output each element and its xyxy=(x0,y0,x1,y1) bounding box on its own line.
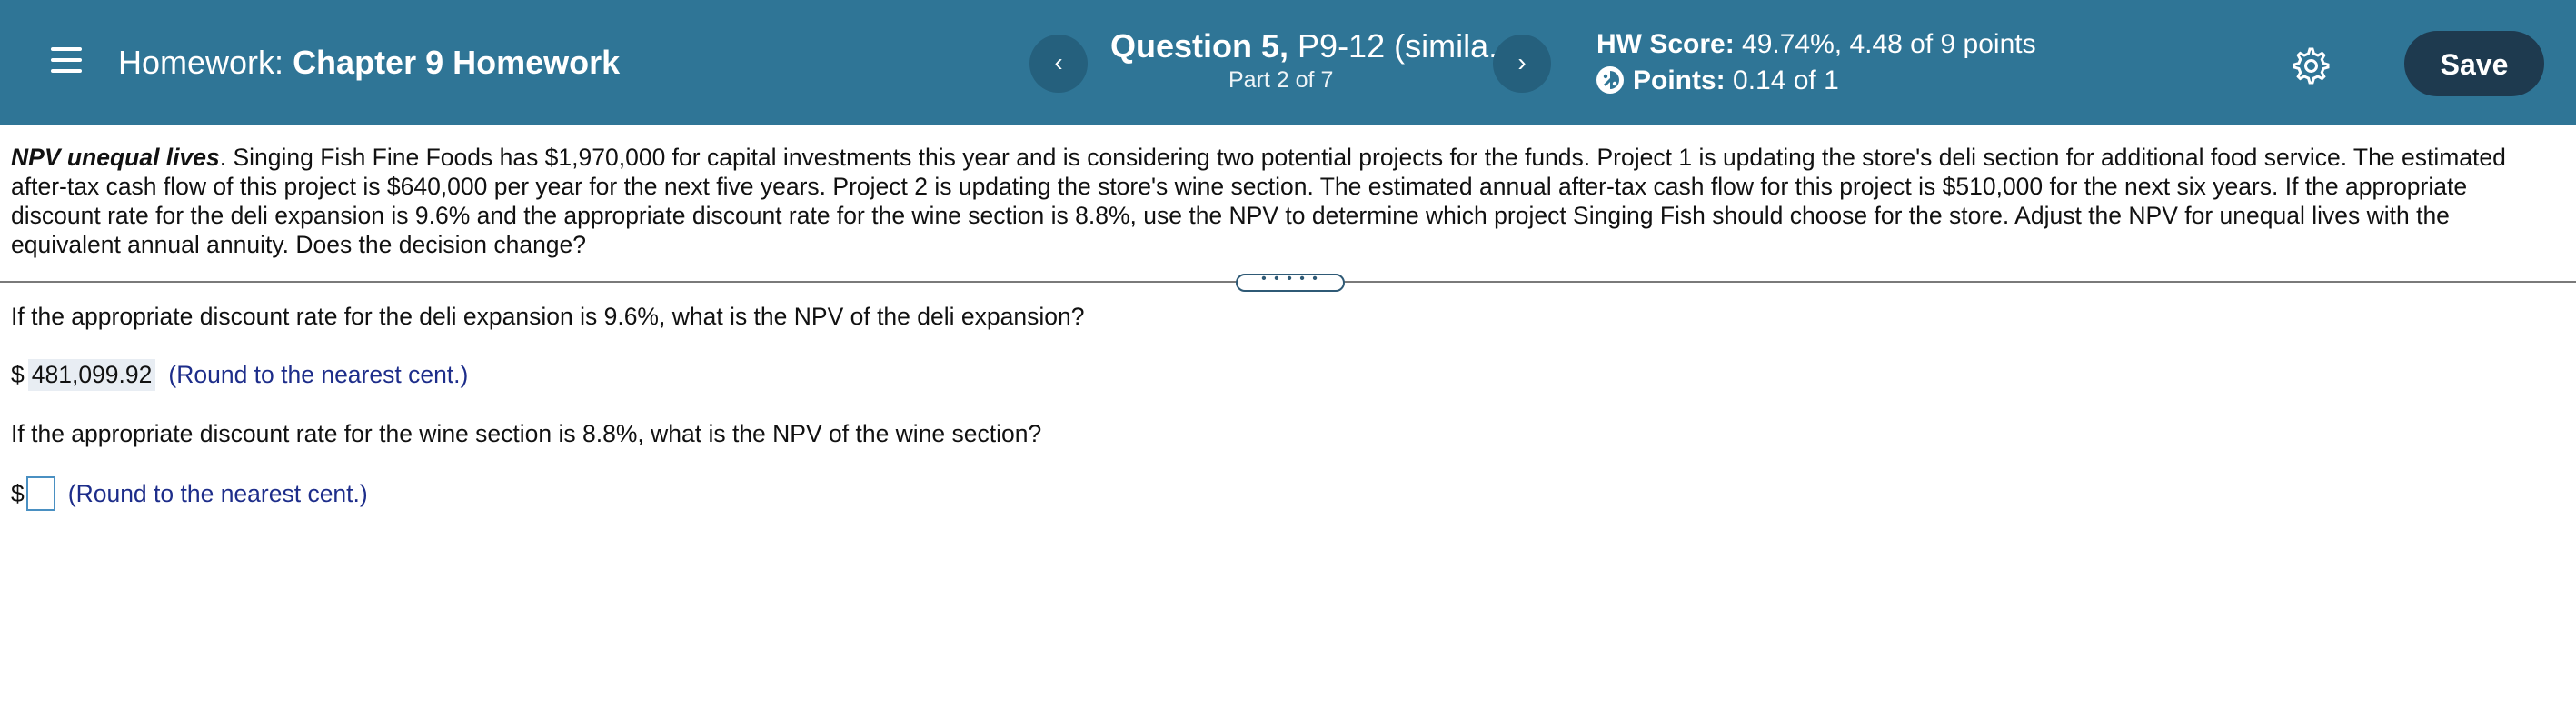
question-1-text: If the appropriate discount rate for the… xyxy=(11,303,1085,330)
resize-handle[interactable]: • • • • • xyxy=(1236,272,1345,292)
question-2-text: If the appropriate discount rate for the… xyxy=(11,420,1042,447)
score-label: HW Score: xyxy=(1596,29,1735,59)
previous-question-button[interactable]: ‹ xyxy=(1029,35,1088,93)
save-button[interactable]: Save xyxy=(2404,31,2544,96)
points: Points: 0.14 of 1 xyxy=(1596,65,1839,96)
answer-2-hint: (Round to the nearest cent.) xyxy=(67,480,368,507)
currency-symbol: $ xyxy=(11,361,25,388)
question-ref: P9-12 (simila... xyxy=(1288,27,1517,65)
question-label: Question 5, xyxy=(1110,27,1289,65)
chevron-right-icon: › xyxy=(1517,48,1527,76)
homework-title: Homework: Chapter 9 Homework xyxy=(118,44,620,82)
top-bar: Homework: Chapter 9 Homework ‹ Question … xyxy=(0,0,2576,125)
question-title[interactable]: Question 5, P9-12 (simila... xyxy=(1110,27,1516,65)
problem-statement: NPV unequal lives. Singing Fish Fine Foo… xyxy=(11,143,2555,259)
menu-icon[interactable] xyxy=(51,47,82,76)
answer-1-value[interactable]: 481,099.92 xyxy=(27,359,156,391)
currency-symbol: $ xyxy=(11,480,25,507)
gear-icon[interactable] xyxy=(2290,45,2330,85)
answer-row-1: $481,099.92 (Round to the nearest cent.) xyxy=(11,359,468,391)
hw-score: HW Score: 49.74%, 4.48 of 9 points xyxy=(1596,29,2036,60)
points-label: Points: xyxy=(1633,65,1726,95)
answer-2-input[interactable] xyxy=(25,476,55,511)
homework-name: Chapter 9 Homework xyxy=(293,44,621,81)
partial-credit-icon xyxy=(1596,66,1624,94)
score-value: 49.74%, 4.48 of 9 points xyxy=(1734,29,2036,59)
chevron-left-icon: ‹ xyxy=(1054,48,1063,76)
answer-1-hint: (Round to the nearest cent.) xyxy=(168,361,469,388)
problem-lead: NPV unequal lives xyxy=(11,144,220,171)
next-question-button[interactable]: › xyxy=(1493,35,1551,93)
answer-row-2: $ (Round to the nearest cent.) xyxy=(11,476,368,511)
homework-prefix: Homework: xyxy=(118,44,284,81)
problem-text: . Singing Fish Fine Foods has $1,970,000… xyxy=(11,144,2506,258)
points-value: 0.14 of 1 xyxy=(1725,65,1839,95)
question-part: Part 2 of 7 xyxy=(1228,67,1334,93)
